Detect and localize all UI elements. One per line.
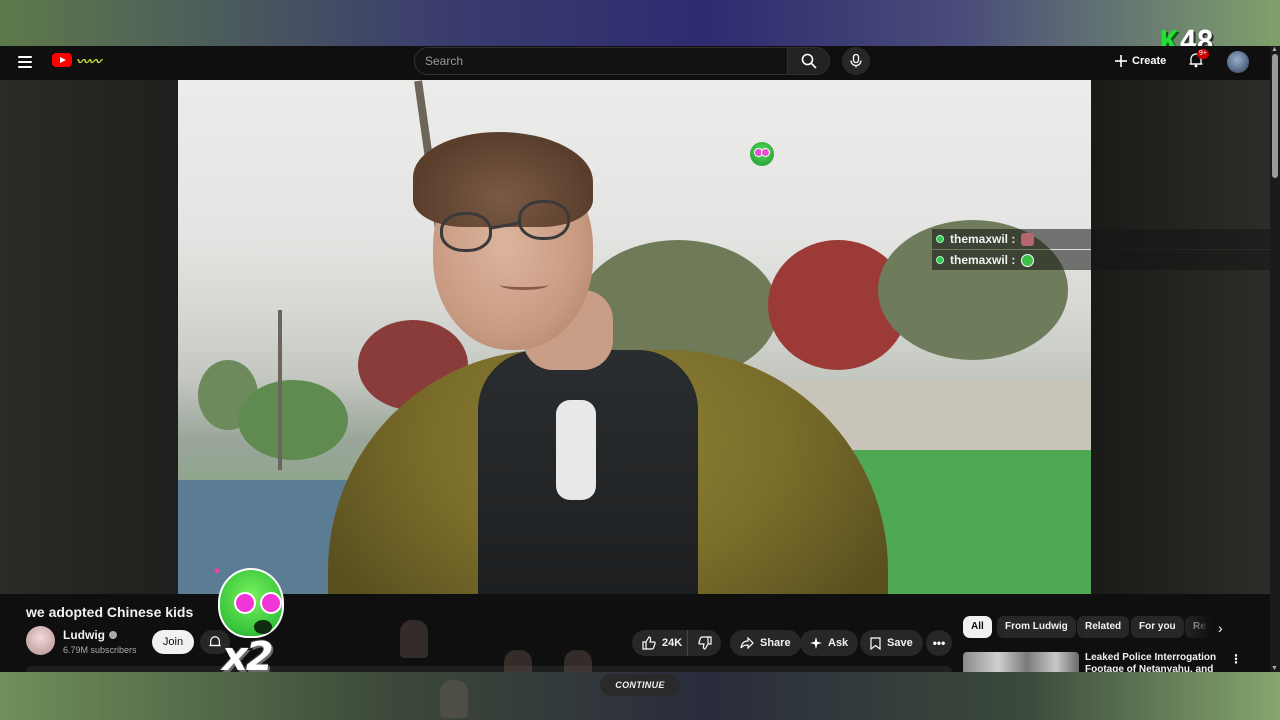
continue-button[interactable]: CONTINUE bbox=[600, 674, 680, 696]
scroll-down-arrow-icon[interactable]: ▼ bbox=[1271, 665, 1278, 672]
notification-badge: 9+ bbox=[1197, 49, 1209, 59]
create-button[interactable]: Create bbox=[1114, 50, 1166, 72]
like-count: 24K bbox=[662, 637, 683, 649]
search-input[interactable]: Search bbox=[414, 47, 788, 75]
verified-check-icon bbox=[109, 631, 117, 639]
scene-tree bbox=[238, 380, 348, 460]
channel-avatar[interactable] bbox=[26, 626, 55, 655]
chat-emote-icon bbox=[1021, 253, 1035, 267]
dislike-button[interactable] bbox=[688, 630, 721, 656]
chip-related[interactable]: Related bbox=[1077, 616, 1130, 638]
glasses-right-lens bbox=[518, 200, 570, 240]
voice-search-button[interactable] bbox=[842, 47, 870, 75]
chat-message: themaxwil : bbox=[932, 250, 1270, 270]
microphone-icon bbox=[850, 54, 862, 68]
search-button[interactable] bbox=[788, 47, 830, 75]
emote-rain-figure bbox=[564, 650, 592, 672]
mascot-eye bbox=[234, 592, 256, 614]
recommendation-thumbnail[interactable] bbox=[963, 652, 1079, 672]
channel-name[interactable]: Ludwig bbox=[63, 628, 117, 642]
stream-frame-top bbox=[0, 0, 1280, 46]
account-avatar[interactable] bbox=[1227, 51, 1249, 73]
floating-emote-icon bbox=[750, 142, 774, 166]
youtube-page: 〰︎〰︎ Search Create 9+ themaxwil: themax… bbox=[0, 46, 1270, 672]
emote-rain-figure bbox=[440, 680, 468, 718]
channel-name-label: Ludwig bbox=[63, 628, 105, 642]
chip-fade bbox=[1180, 612, 1220, 642]
chip-for-you[interactable]: For you bbox=[1131, 616, 1184, 638]
chat-username: themaxwil : bbox=[950, 253, 1016, 267]
chat-message: themaxwil : bbox=[932, 229, 1270, 249]
recommendation-menu-icon[interactable]: ⋮ bbox=[1230, 652, 1242, 666]
chat-emote-icon bbox=[1021, 232, 1035, 246]
video-title: we adopted Chinese kids bbox=[26, 604, 194, 620]
save-label: Save bbox=[887, 637, 913, 649]
hamburger-menu-icon[interactable] bbox=[18, 56, 32, 68]
mascot-eye bbox=[260, 592, 282, 614]
save-button[interactable]: Save bbox=[860, 630, 923, 656]
like-button[interactable]: 24K bbox=[632, 630, 688, 656]
masthead: 〰︎〰︎ Search Create 9+ bbox=[0, 46, 1270, 80]
youtube-logo-icon[interactable] bbox=[52, 53, 72, 67]
emote-rain-figure bbox=[504, 650, 532, 672]
search-icon bbox=[801, 53, 817, 69]
more-actions-icon[interactable]: ••• bbox=[926, 630, 952, 656]
bookmark-icon bbox=[870, 636, 881, 650]
mascot-emote bbox=[208, 562, 294, 642]
sparkle-icon bbox=[810, 637, 822, 649]
share-button[interactable]: Share bbox=[730, 630, 801, 656]
chip-all[interactable]: All bbox=[963, 616, 992, 638]
recommendation-title[interactable]: Leaked Police Interrogation Footage of N… bbox=[1085, 652, 1225, 672]
subscriber-count: 6.79M subscribers bbox=[63, 645, 137, 655]
like-dislike-group: 24K bbox=[632, 630, 721, 656]
chip-from-channel[interactable]: From Ludwig bbox=[997, 616, 1076, 638]
glasses-left-lens bbox=[440, 212, 492, 252]
create-label: Create bbox=[1132, 55, 1167, 67]
scene-trunk bbox=[278, 310, 282, 470]
mascot-head bbox=[218, 568, 284, 638]
video-player[interactable] bbox=[178, 80, 1091, 594]
share-arrow-icon bbox=[740, 637, 754, 649]
thumbs-up-icon bbox=[642, 636, 656, 650]
description-box[interactable] bbox=[26, 666, 952, 672]
chat-badge-icon bbox=[936, 235, 944, 243]
chat-badge-icon bbox=[936, 256, 944, 264]
thumbs-down-icon bbox=[697, 636, 712, 650]
page-scrollbar[interactable]: ▲ ▼ bbox=[1270, 46, 1280, 672]
multiplier-badge: x2 bbox=[222, 634, 274, 680]
ask-button[interactable]: Ask bbox=[800, 630, 859, 656]
chat-username: themaxwil : bbox=[950, 232, 1016, 246]
person-smile bbox=[500, 280, 548, 290]
plus-icon bbox=[1115, 55, 1127, 67]
person-shirt bbox=[556, 400, 596, 500]
ask-label: Ask bbox=[828, 637, 849, 649]
mascot-mouth bbox=[254, 620, 272, 634]
join-button[interactable]: Join bbox=[152, 630, 194, 654]
chevron-right-icon[interactable]: › bbox=[1218, 620, 1223, 636]
scrollbar-thumb[interactable] bbox=[1272, 54, 1278, 178]
notifications-button[interactable]: 9+ bbox=[1188, 49, 1209, 70]
custom-logo-doodle[interactable]: 〰︎〰︎ bbox=[76, 51, 101, 70]
share-label: Share bbox=[760, 637, 791, 649]
scroll-up-arrow-icon[interactable]: ▲ bbox=[1271, 46, 1278, 53]
emote-rain-figure bbox=[400, 620, 428, 658]
